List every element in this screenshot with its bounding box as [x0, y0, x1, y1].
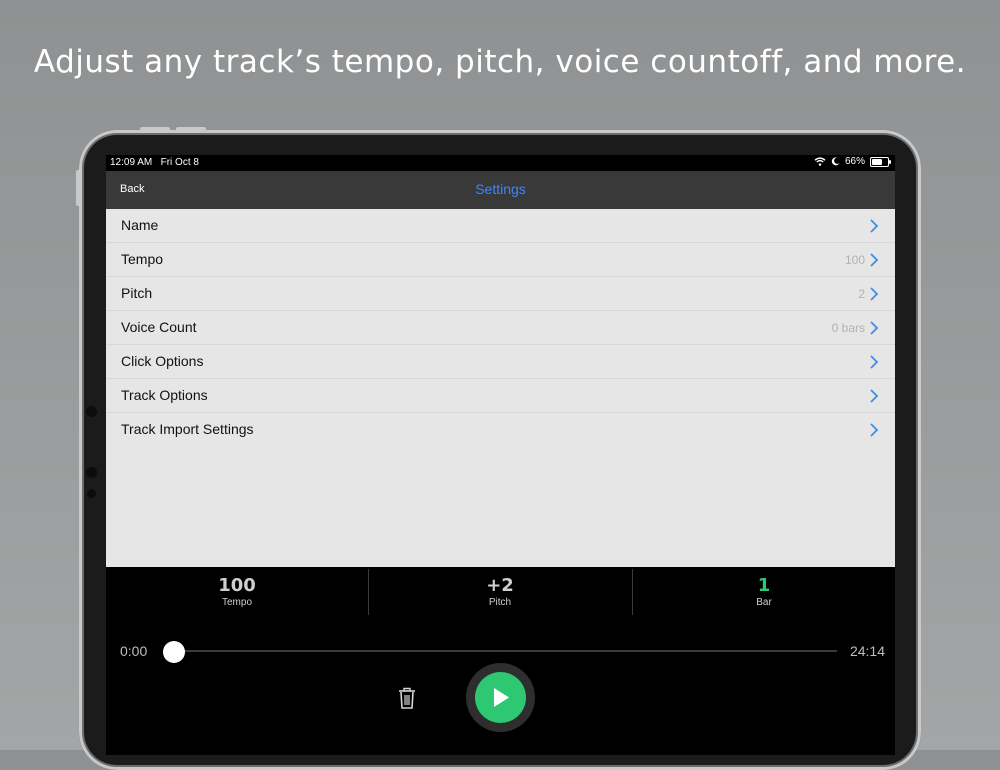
chevron-right-icon — [870, 253, 879, 267]
battery-percent: 66% — [844, 156, 865, 167]
bar-value: 1 — [757, 575, 771, 596]
page-title: Settings — [475, 181, 526, 197]
camera-dot — [87, 489, 96, 498]
camera-dot — [86, 406, 97, 417]
status-bar: 12:09 AM Fri Oct 8 66% — [106, 155, 895, 171]
chevron-right-icon — [870, 355, 879, 369]
settings-row-pitch[interactable]: Pitch 2 — [106, 277, 895, 311]
row-value: 2 — [858, 287, 865, 301]
tempo-stat[interactable]: 100 Tempo — [106, 572, 368, 616]
app-screen: 12:09 AM Fri Oct 8 66% Back Settings Nam… — [106, 155, 895, 755]
navigation-bar: Back Settings — [106, 171, 895, 209]
pitch-stat[interactable]: +2 Pitch — [369, 572, 631, 616]
tempo-label: Tempo — [221, 597, 252, 608]
pitch-value: +2 — [486, 575, 514, 596]
row-label: Track Import Settings — [121, 421, 254, 437]
settings-row-name[interactable]: Name — [106, 209, 895, 243]
trash-icon[interactable] — [396, 686, 418, 710]
play-icon — [494, 688, 509, 707]
bar-label: Bar — [756, 597, 772, 608]
wifi-icon — [814, 157, 826, 166]
chevron-right-icon — [870, 219, 879, 233]
row-label: Voice Count — [121, 319, 197, 335]
settings-row-click-options[interactable]: Click Options — [106, 345, 895, 379]
camera-dot — [86, 467, 97, 478]
progress-thumb[interactable] — [163, 641, 185, 663]
settings-row-track-import-settings[interactable]: Track Import Settings — [106, 413, 895, 446]
play-button-circle — [475, 672, 526, 723]
row-value: 100 — [844, 253, 865, 267]
status-clock: 12:09 AM — [110, 157, 153, 168]
row-value: 0 bars — [831, 321, 865, 335]
row-label: Click Options — [121, 353, 204, 369]
row-label: Name — [121, 217, 159, 233]
settings-list: Name Tempo 100 Pitch 2 Voice Count 0 bar… — [106, 209, 895, 567]
status-time: 12:09 AM Fri Oct 8 — [110, 157, 199, 168]
settings-row-tempo[interactable]: Tempo 100 — [106, 243, 895, 277]
status-right: 66% — [814, 156, 891, 167]
status-date: Fri Oct 8 — [160, 157, 199, 168]
player-panel: 100 Tempo +2 Pitch 1 Bar 0:00 24:14 — [106, 567, 895, 755]
row-label: Track Options — [121, 387, 208, 403]
pitch-label: Pitch — [488, 597, 512, 608]
tempo-value: 100 — [218, 575, 256, 596]
row-label: Tempo — [121, 251, 164, 267]
total-time: 24:14 — [849, 643, 885, 659]
moon-icon — [831, 157, 840, 166]
headline: Adjust any track’s tempo, pitch, voice c… — [33, 44, 967, 80]
battery-icon — [870, 156, 891, 167]
bar-stat[interactable]: 1 Bar — [633, 572, 895, 616]
settings-row-track-options[interactable]: Track Options — [106, 379, 895, 413]
row-label: Pitch — [121, 285, 153, 301]
play-button[interactable] — [466, 663, 535, 732]
elapsed-time: 0:00 — [120, 643, 148, 659]
chevron-right-icon — [870, 321, 879, 335]
settings-row-voice-count[interactable]: Voice Count 0 bars — [106, 311, 895, 345]
chevron-right-icon — [870, 389, 879, 403]
chevron-right-icon — [870, 287, 879, 301]
progress-track[interactable] — [174, 650, 837, 652]
chevron-right-icon — [870, 423, 879, 437]
